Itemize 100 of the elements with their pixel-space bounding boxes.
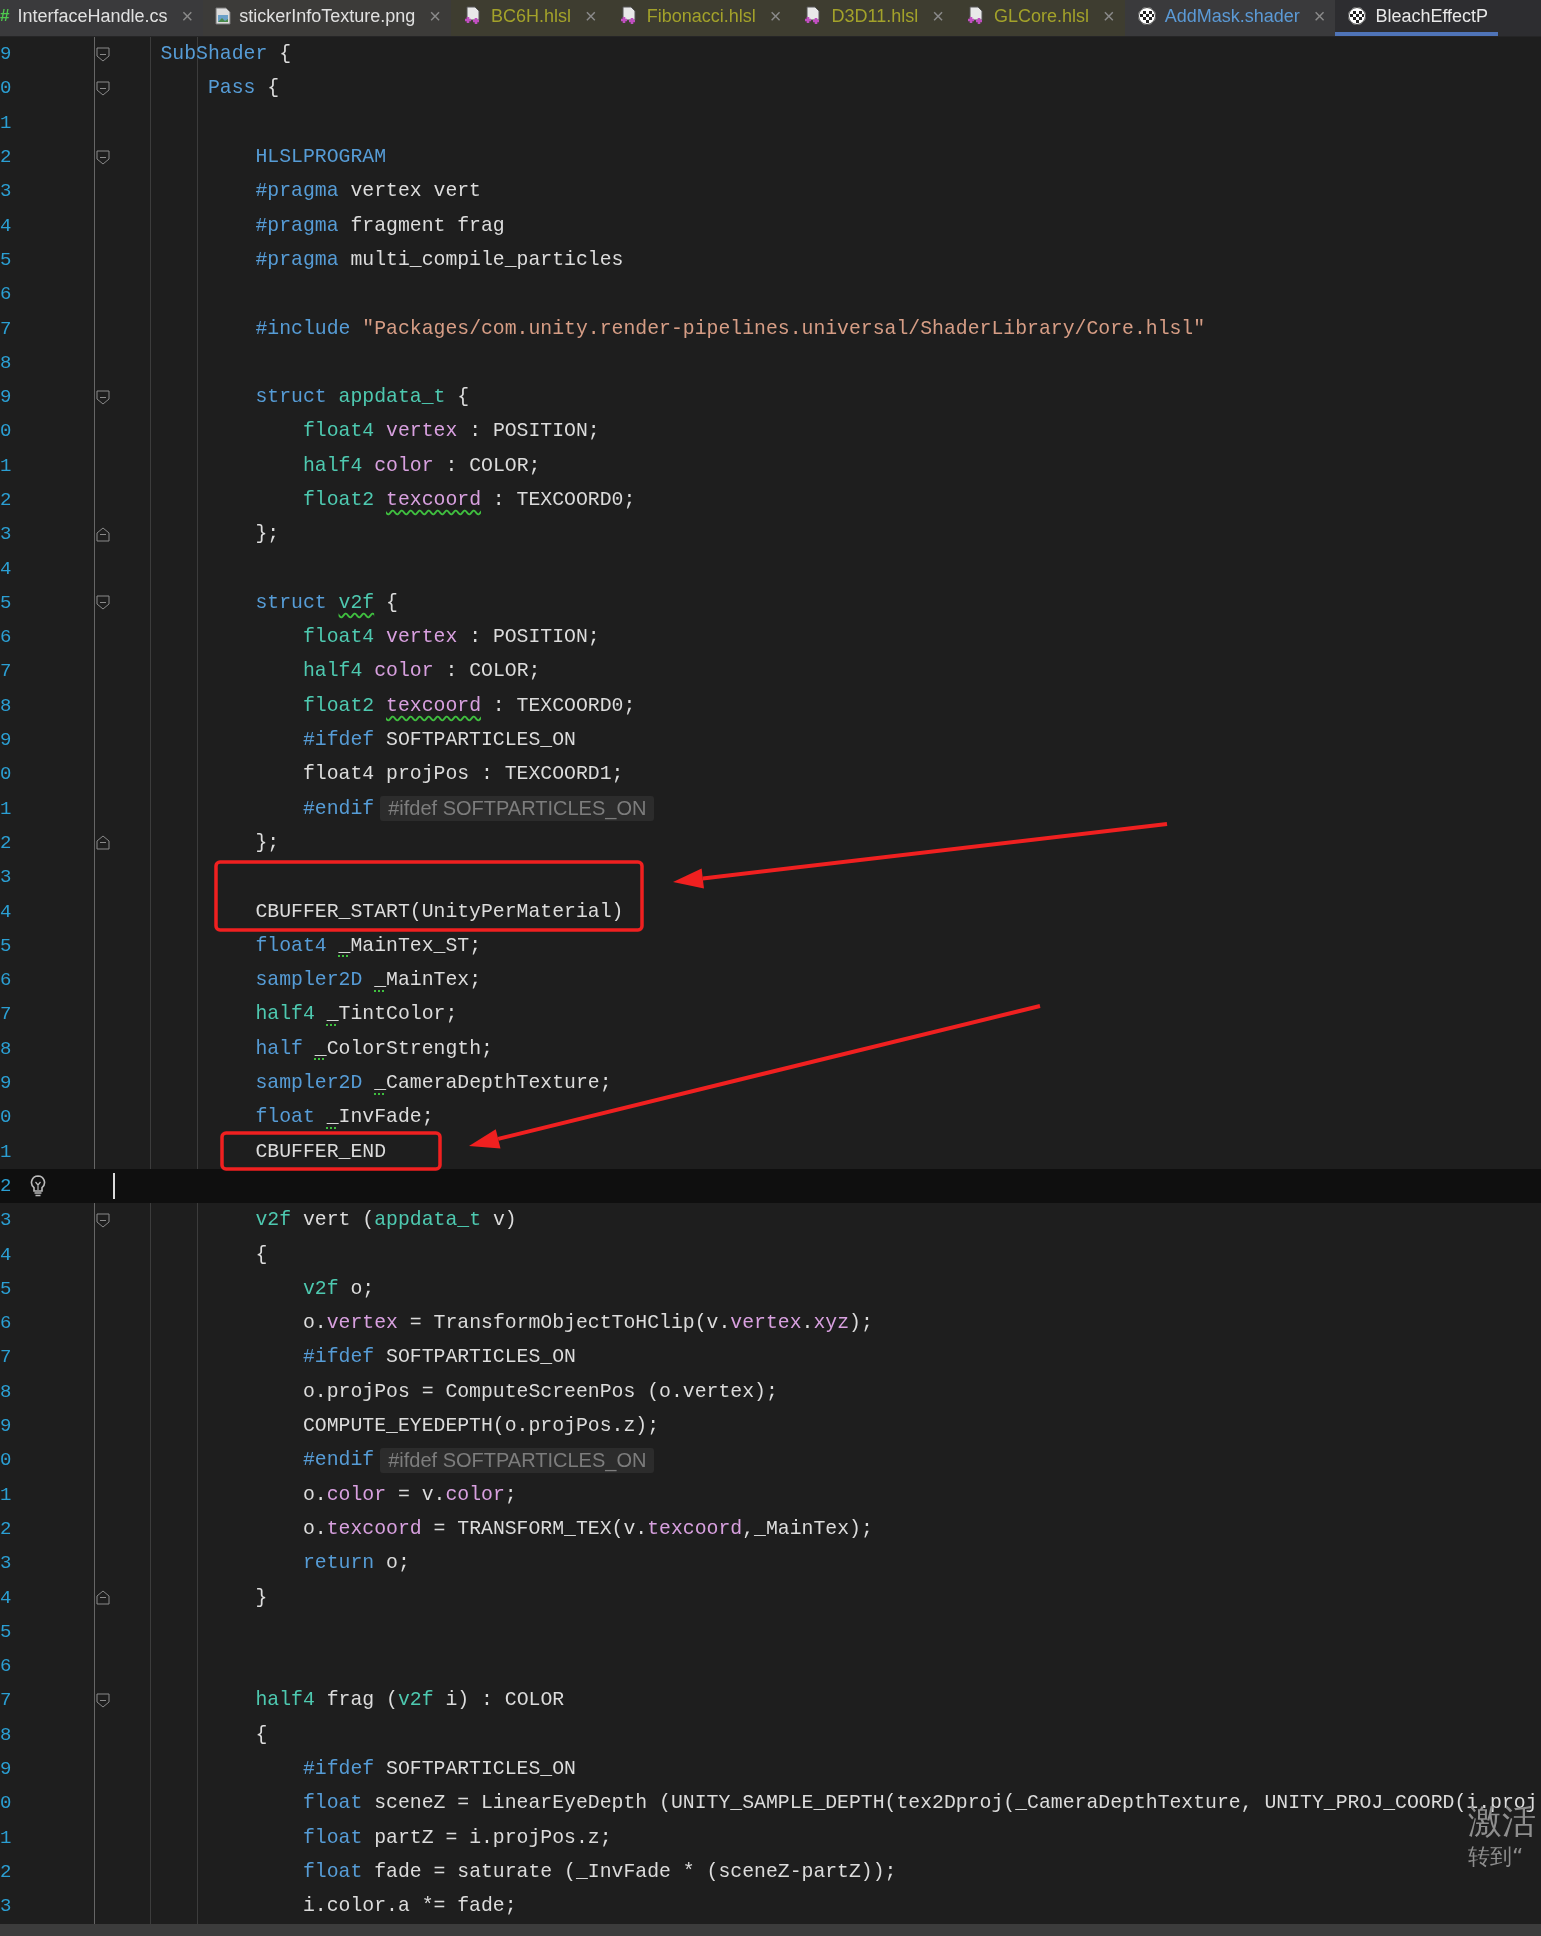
code-line: { bbox=[254, 1243, 268, 1266]
fold-icon[interactable] bbox=[96, 149, 110, 165]
code-line: Pass { bbox=[206, 77, 280, 100]
line-number: 8 bbox=[0, 1723, 13, 1746]
code-line: float2 texcoord : TEXCOORD0; bbox=[301, 489, 636, 511]
activation-text: 转到“ bbox=[1468, 1843, 1525, 1871]
code-line: v2f vert (appdata_t v) bbox=[254, 1209, 517, 1232]
line-number: 4 bbox=[0, 1586, 13, 1609]
editor-tab[interactable]: BC6H.hlsl × bbox=[451, 0, 607, 36]
line-number: 4 bbox=[0, 900, 13, 923]
line-number: 8 bbox=[0, 1380, 13, 1403]
line-number: 9 bbox=[0, 1415, 13, 1437]
code-line: o.texcoord = TRANSFORM_TEX(v.texcoord,_MainTex); bbox=[301, 1517, 873, 1540]
fold-icon[interactable] bbox=[96, 526, 110, 542]
line-number: 9 bbox=[0, 1758, 13, 1780]
checkered-ball-icon bbox=[1347, 6, 1368, 26]
editor-tab[interactable]: D3D11.hlsl × bbox=[791, 0, 954, 36]
line-number: 2 bbox=[0, 1174, 13, 1197]
fold-icon[interactable] bbox=[96, 1590, 110, 1605]
line-number: 5 bbox=[0, 248, 13, 271]
line-number: 3 bbox=[0, 1895, 13, 1918]
line-number: 5 bbox=[0, 934, 13, 957]
line-number: 2 bbox=[0, 831, 13, 854]
code-line: o.vertex = TransformObjectToHClip(v.vertex.xyz); bbox=[301, 1312, 873, 1335]
code-line: half4 frag (v2f i) : COLOR bbox=[254, 1689, 565, 1712]
code-line: return o; bbox=[301, 1552, 410, 1575]
code-line: float fade = saturate (_InvFade * (sceneZ-partZ)); bbox=[301, 1860, 897, 1883]
code-line: #endif bbox=[301, 797, 375, 820]
line-number: 2 bbox=[0, 1860, 13, 1883]
code-line: #ifdef SOFTPARTICLES_ON bbox=[301, 729, 576, 752]
code-line: half4 color : COLOR; bbox=[301, 454, 541, 477]
code-line: CBUFFER_START(UnityPerMaterial) bbox=[254, 900, 624, 923]
code-line: #include "Packages/com.unity.render-pipelines.universal/ShaderLibrary/Core.hlsl" bbox=[254, 317, 1206, 340]
line-number: 0 bbox=[0, 763, 13, 786]
line-number: 3 bbox=[0, 180, 13, 203]
close-icon[interactable]: × bbox=[1313, 4, 1326, 28]
line-number: 1 bbox=[0, 797, 13, 820]
line-number: 1 bbox=[0, 454, 13, 477]
line-number: 9 bbox=[0, 1072, 13, 1095]
line-number: 6 bbox=[0, 969, 13, 992]
code-line: float4 vertex : POSITION; bbox=[301, 626, 600, 649]
code-line: { bbox=[254, 1723, 268, 1746]
close-icon[interactable]: × bbox=[585, 4, 597, 28]
code-line: float4 _MainTex_ST; bbox=[254, 934, 481, 957]
code-line: sampler2D _MainTex; bbox=[254, 969, 481, 992]
tab-label: stickerInfoTexture.png bbox=[239, 5, 416, 27]
code-line: o.color = v.color; bbox=[301, 1483, 517, 1506]
inline-hint: #ifdef SOFTPARTICLES_ON bbox=[380, 1447, 655, 1473]
line-number: 5 bbox=[0, 1277, 13, 1300]
tab-label: GLCore.hlsl bbox=[993, 5, 1089, 27]
file-plus-icon bbox=[965, 6, 986, 26]
tab-label: InterfaceHandle.cs bbox=[17, 5, 168, 27]
close-icon[interactable]: × bbox=[1102, 4, 1115, 28]
fold-icon[interactable] bbox=[96, 46, 110, 62]
editor-tab[interactable]: AddMask.shader × bbox=[1124, 0, 1336, 36]
code-line: HLSLPROGRAM bbox=[254, 146, 387, 169]
tab-label: Fibonacci.hlsl bbox=[646, 5, 756, 27]
code-line: struct v2f { bbox=[254, 591, 398, 614]
line-number: 5 bbox=[0, 1620, 13, 1643]
code-line: #ifdef SOFTPARTICLES_ON bbox=[301, 1346, 576, 1369]
code-line: #pragma vertex vert bbox=[254, 180, 481, 203]
editor-tab[interactable]: GLCore.hlsl × bbox=[953, 0, 1125, 36]
line-number: 4 bbox=[0, 557, 13, 580]
tab-label: BC6H.hlsl bbox=[491, 5, 572, 27]
fold-icon[interactable] bbox=[96, 1212, 110, 1228]
fold-icon[interactable] bbox=[96, 595, 110, 611]
editor-tab[interactable]: stickerInfoTexture.png × bbox=[203, 0, 452, 36]
code-line: CBUFFER_END bbox=[254, 1140, 387, 1163]
line-number: 6 bbox=[0, 1655, 13, 1678]
line-number: 9 bbox=[0, 386, 13, 409]
line-number: 2 bbox=[0, 489, 13, 511]
lightbulb-icon[interactable] bbox=[30, 1174, 46, 1197]
fold-icon[interactable] bbox=[96, 1692, 110, 1708]
code-line: #pragma fragment frag bbox=[254, 214, 505, 237]
code-line: } bbox=[254, 1586, 268, 1609]
code-line: half4 color : COLOR; bbox=[301, 660, 541, 683]
close-icon[interactable]: × bbox=[429, 4, 442, 28]
line-number: 7 bbox=[0, 1689, 13, 1712]
line-number: 0 bbox=[0, 1449, 13, 1472]
close-icon[interactable]: × bbox=[932, 4, 944, 28]
line-number: 3 bbox=[0, 1552, 13, 1575]
line-number: 0 bbox=[0, 77, 13, 100]
line-number: 7 bbox=[0, 1003, 13, 1026]
code-line: SubShader { bbox=[159, 43, 292, 66]
csharp-icon: # bbox=[0, 6, 10, 26]
tab-label: BleachEffectP bbox=[1375, 5, 1489, 27]
fold-icon[interactable] bbox=[96, 389, 110, 405]
editor-tab[interactable]: # InterfaceHandle.cs × bbox=[0, 0, 204, 36]
line-number: 0 bbox=[0, 420, 13, 443]
close-icon[interactable]: × bbox=[181, 4, 194, 28]
line-number: 1 bbox=[0, 111, 13, 134]
editor-tab[interactable]: Fibonacci.hlsl × bbox=[606, 0, 792, 36]
fold-icon[interactable] bbox=[96, 835, 110, 851]
inline-hint: #ifdef SOFTPARTICLES_ON bbox=[380, 796, 655, 822]
line-number: 1 bbox=[0, 1140, 13, 1163]
fold-icon[interactable] bbox=[96, 80, 110, 96]
line-number: 3 bbox=[0, 1209, 13, 1232]
close-icon[interactable]: × bbox=[769, 4, 782, 28]
code-line: #ifdef SOFTPARTICLES_ON bbox=[301, 1758, 576, 1780]
line-number: 7 bbox=[0, 1346, 13, 1369]
